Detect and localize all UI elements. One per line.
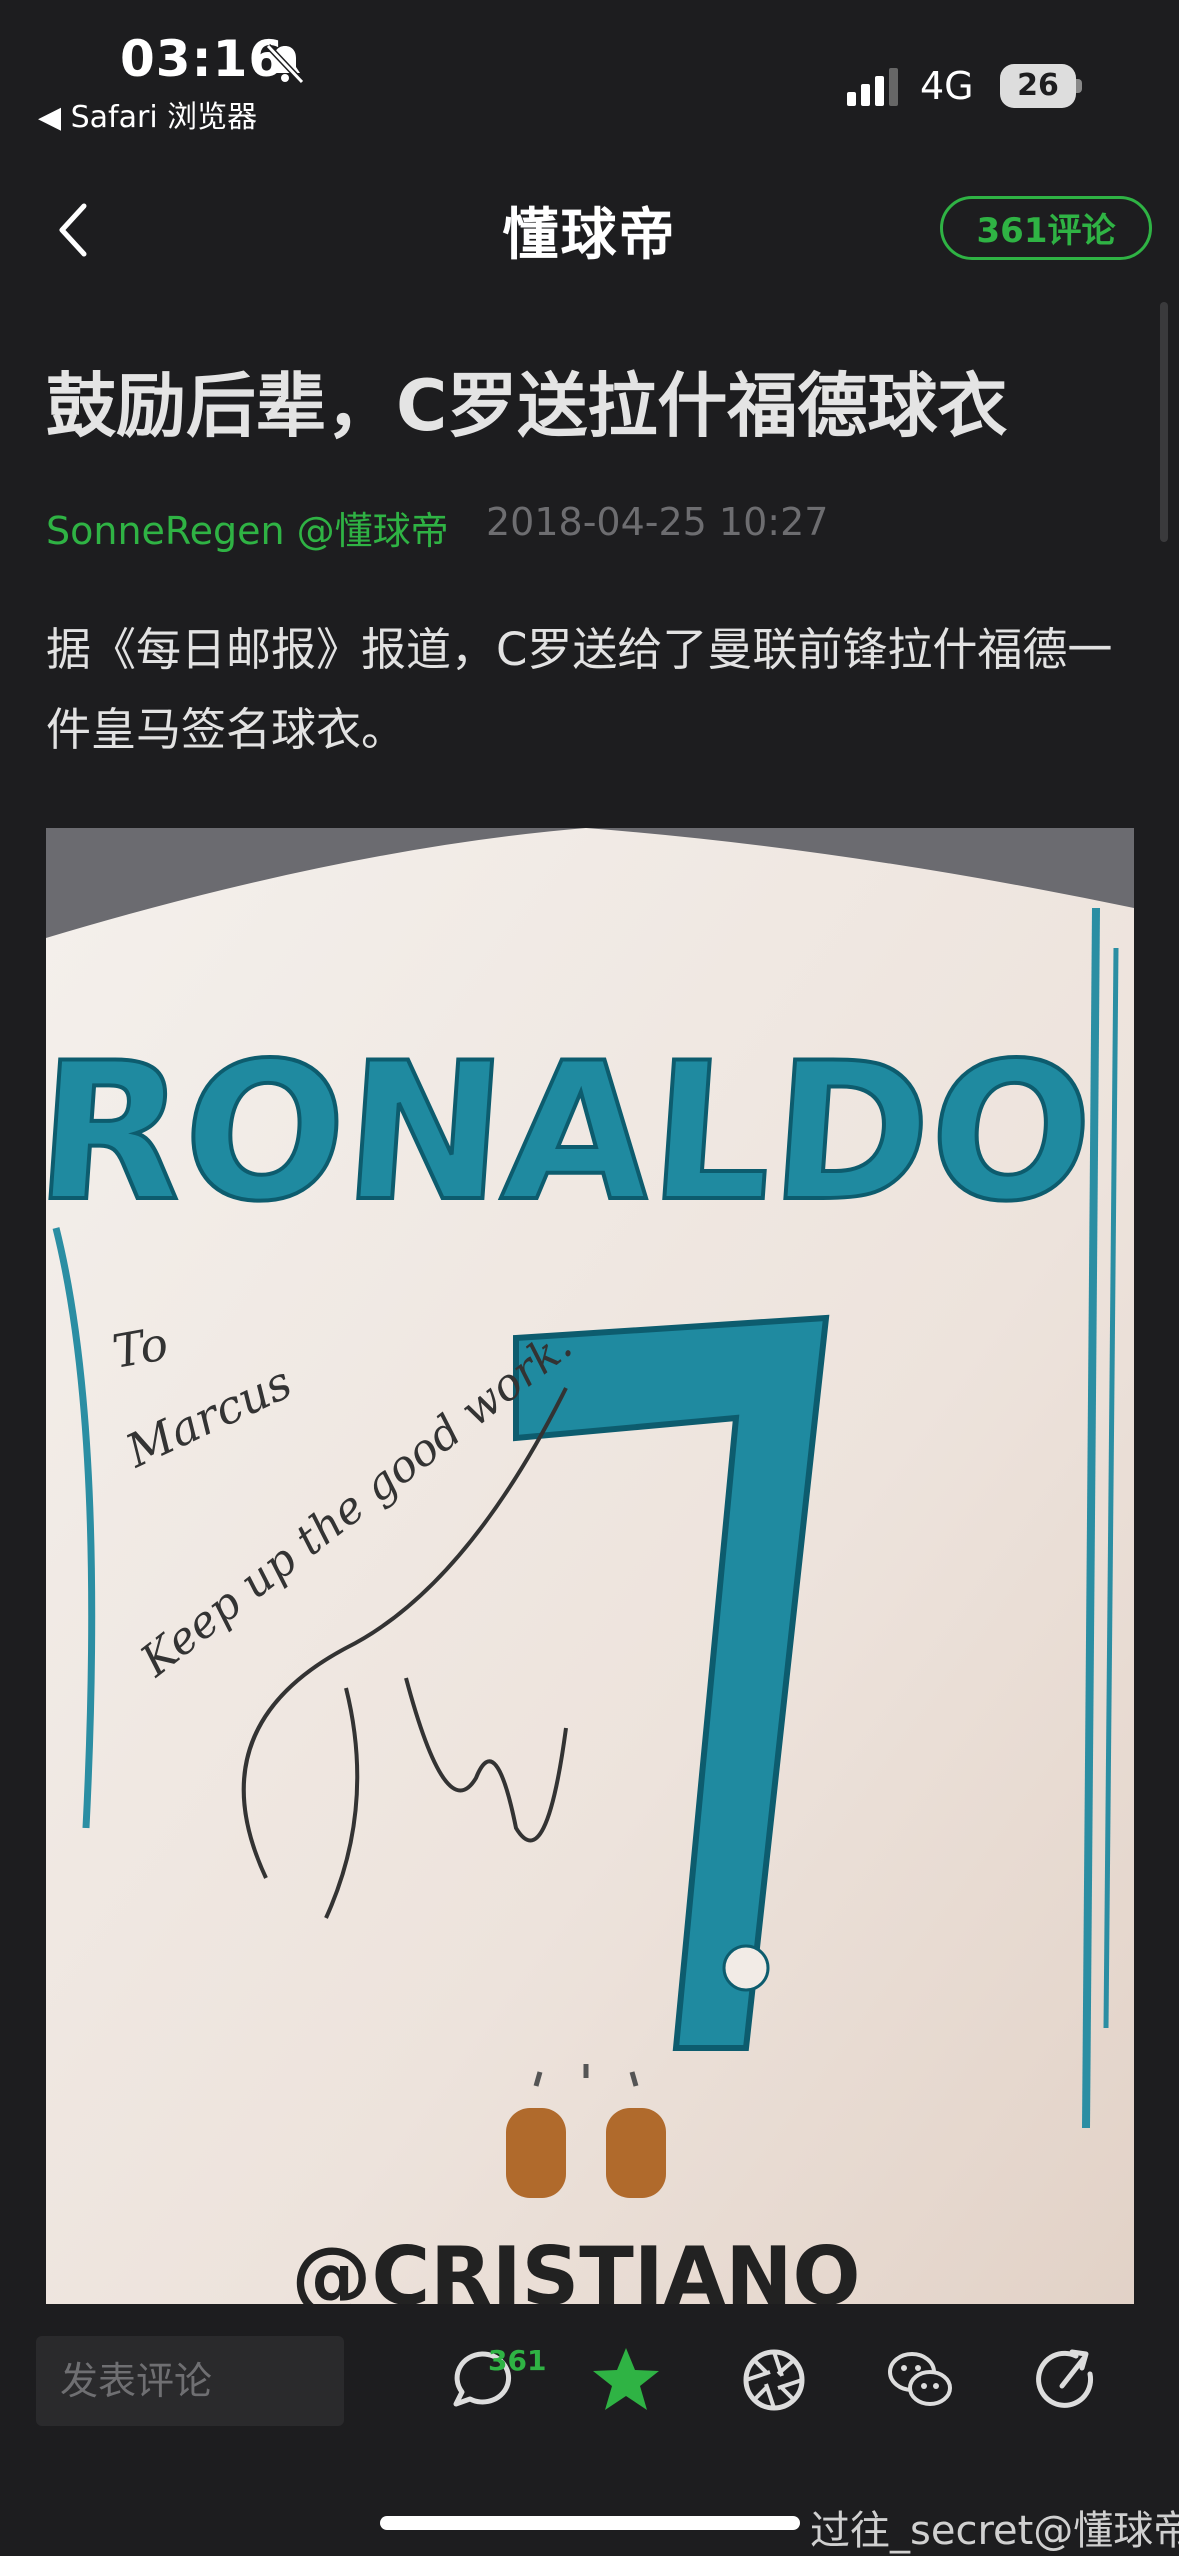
- share-icon[interactable]: [1032, 2344, 1104, 2416]
- jersey-name: RONALDO: [46, 1021, 1100, 1243]
- star-icon[interactable]: [590, 2344, 662, 2416]
- jersey-illustration: RONALDO To Marcus Keep up the good work.…: [46, 828, 1134, 2304]
- home-indicator[interactable]: [380, 2516, 800, 2530]
- comment-count-badge: 361: [488, 2344, 547, 2377]
- cellular-signal-icon: [847, 68, 898, 106]
- article-body: 据《每日邮报》报道，C罗送给了曼联前锋拉什福德一件皇马签名球衣。: [46, 623, 1113, 756]
- network-type: 4G: [920, 64, 974, 108]
- comments-count-button[interactable]: 361评论: [940, 196, 1152, 260]
- author-link[interactable]: SonneRegen @懂球帝: [46, 500, 449, 555]
- article-photo[interactable]: RONALDO To Marcus Keep up the good work.…: [46, 828, 1134, 2304]
- club-crest: [722, 1944, 770, 1992]
- status-time: 03:16: [120, 30, 285, 88]
- scrollbar[interactable]: [1160, 302, 1168, 542]
- battery-tip: [1076, 79, 1082, 93]
- back-to-safari-link[interactable]: ◀ Safari 浏览器: [38, 92, 257, 136]
- article-title: 鼓励后辈，C罗送拉什福德球衣: [46, 365, 1008, 447]
- comment-input[interactable]: 发表评论: [36, 2336, 344, 2426]
- bell-muted-icon: [265, 43, 305, 85]
- camera-shutter-icon[interactable]: [738, 2344, 810, 2416]
- wechat-icon[interactable]: [884, 2344, 956, 2416]
- battery-icon: 26: [1000, 64, 1076, 108]
- instagram-handle: @CRISTIANO: [292, 2230, 861, 2304]
- watermark: 过往_secret@懂球帝: [810, 2508, 1179, 2554]
- publish-date: 2018-04-25 10:27: [486, 500, 829, 544]
- handwriting-to: To: [109, 1316, 172, 1379]
